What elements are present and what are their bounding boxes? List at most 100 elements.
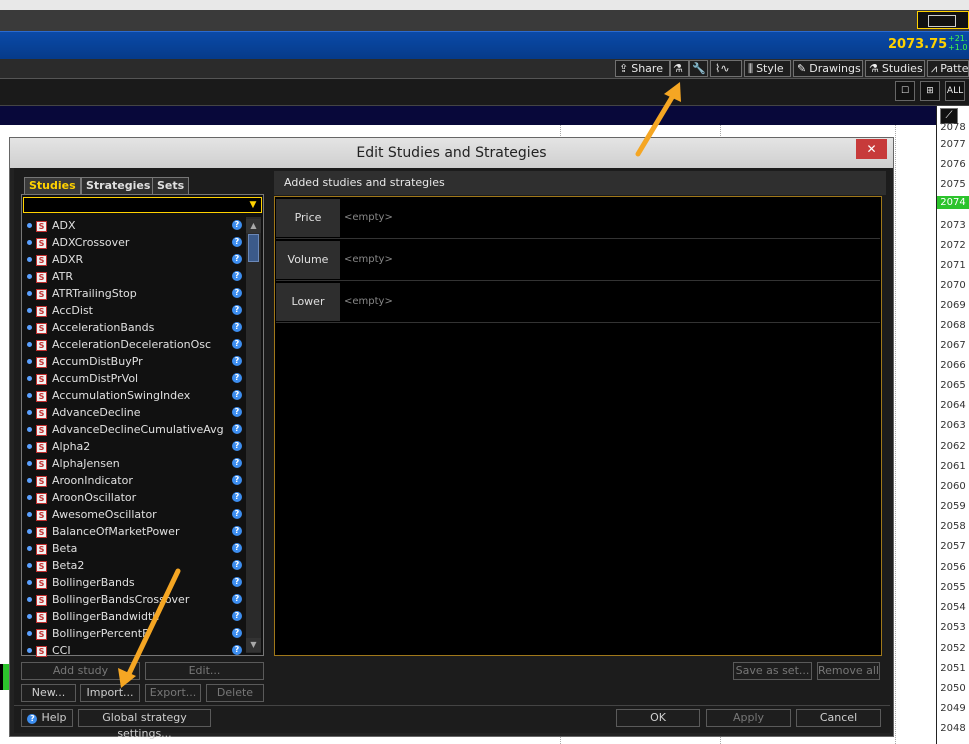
study-help-icon[interactable]: ?	[232, 543, 242, 553]
tab-strategies[interactable]: Strategies	[81, 177, 156, 194]
study-help-icon[interactable]: ?	[232, 492, 242, 502]
study-help-icon[interactable]: ?	[232, 594, 242, 604]
study-help-icon[interactable]: ?	[232, 271, 242, 281]
study-help-icon[interactable]: ?	[232, 322, 242, 332]
list-scrollbar[interactable]	[246, 217, 261, 653]
study-help-icon[interactable]: ?	[232, 305, 242, 315]
study-help-icon[interactable]: ?	[232, 407, 242, 417]
export-button[interactable]: Export...	[145, 684, 201, 702]
import-button[interactable]: Import...	[80, 684, 140, 702]
study-list-item[interactable]: S ATR	[26, 268, 246, 285]
axis-tick-label: 2051	[940, 663, 966, 674]
study-help-icon[interactable]: ?	[232, 577, 242, 587]
study-list-item[interactable]: S AdvanceDecline	[26, 404, 246, 421]
dropdown-arrow-icon[interactable]: ▼	[246, 199, 260, 211]
apply-button[interactable]: Apply	[706, 709, 791, 727]
study-list-item[interactable]: S Beta	[26, 540, 246, 557]
grid-view-button[interactable]: ⊞	[920, 81, 940, 101]
study-help-icon[interactable]: ?	[232, 220, 242, 230]
study-filter-input[interactable]: ▼	[23, 197, 262, 213]
study-help-icon[interactable]: ?	[232, 424, 242, 434]
study-list-item[interactable]: S BalanceOfMarketPower	[26, 523, 246, 540]
all-view-button[interactable]: ALL	[945, 81, 965, 101]
edit-button[interactable]: Edit...	[145, 662, 264, 680]
layout-toggle[interactable]	[917, 11, 969, 29]
study-help-icon[interactable]: ?	[232, 254, 242, 264]
expand-dot-icon	[27, 257, 32, 262]
scroll-thumb[interactable]	[248, 234, 259, 262]
study-list-item[interactable]: S BollingerBandwidth	[26, 608, 246, 625]
study-list-item[interactable]: S AccumDistBuyPr	[26, 353, 246, 370]
study-list-item[interactable]: S BollingerBands	[26, 574, 246, 591]
ok-button[interactable]: OK	[616, 709, 700, 727]
study-help-icon[interactable]: ?	[232, 526, 242, 536]
study-list-item[interactable]: S AccumulationSwingIndex	[26, 387, 246, 404]
single-view-button[interactable]: ☐	[895, 81, 915, 101]
added-studies-panel[interactable]	[274, 196, 882, 656]
study-help-icon[interactable]: ?	[232, 390, 242, 400]
study-list-item[interactable]: S AwesomeOscillator	[26, 506, 246, 523]
drawings-button[interactable]: ✎ Drawings	[793, 60, 863, 77]
study-list-item[interactable]: S Alpha2	[26, 438, 246, 455]
study-list-item[interactable]: S ATRTrailingStop	[26, 285, 246, 302]
cancel-button[interactable]: Cancel	[796, 709, 881, 727]
expand-dot-icon	[27, 274, 32, 279]
tab-sets[interactable]: Sets	[152, 177, 190, 194]
share-button[interactable]: ⇪ Share	[615, 60, 670, 77]
axis-tick-label: 2076	[940, 159, 966, 170]
study-name: Alpha2	[52, 440, 91, 453]
tab-studies[interactable]: Studies	[24, 177, 81, 194]
section-volume[interactable]: Volume	[276, 241, 340, 279]
study-list-item[interactable]: S AroonOscillator	[26, 489, 246, 506]
study-help-icon[interactable]: ?	[232, 509, 242, 519]
study-help-icon[interactable]: ?	[232, 373, 242, 383]
settings-button[interactable]: 🔧	[689, 60, 708, 77]
style-label: Style	[756, 62, 784, 75]
study-help-icon[interactable]: ?	[232, 339, 242, 349]
study-list-item[interactable]: S ADXCrossover	[26, 234, 246, 251]
remove-all-button[interactable]: Remove all	[817, 662, 880, 680]
study-help-icon[interactable]: ?	[232, 458, 242, 468]
new-button[interactable]: New...	[21, 684, 76, 702]
patterns-label: Patte	[940, 62, 969, 75]
section-lower[interactable]: Lower	[276, 283, 340, 321]
study-list-item[interactable]: S BollingerBandsCrossover	[26, 591, 246, 608]
help-button[interactable]: ? Help	[21, 709, 73, 727]
edit-studies-button[interactable]: ⚗	[670, 60, 689, 77]
study-list-item[interactable]: S AroonIndicator	[26, 472, 246, 489]
study-name: AwesomeOscillator	[52, 508, 157, 521]
section-price[interactable]: Price	[276, 199, 340, 237]
delete-button[interactable]: Delete	[206, 684, 264, 702]
study-help-icon[interactable]: ?	[232, 611, 242, 621]
expand-dot-icon	[27, 529, 32, 534]
global-strategy-settings-button[interactable]: Global strategy settings...	[78, 709, 211, 740]
scroll-down-icon[interactable]: ▼	[246, 638, 261, 652]
study-help-icon[interactable]: ?	[232, 628, 242, 638]
study-help-icon[interactable]: ?	[232, 441, 242, 451]
study-list-item[interactable]: S AccelerationDecelerationOsc	[26, 336, 246, 353]
study-list-item[interactable]: S ADX	[26, 217, 246, 234]
style-button[interactable]: ⫼ Style	[744, 60, 791, 77]
study-list-item[interactable]: S BollingerPercentB	[26, 625, 246, 642]
study-list-item[interactable]: S AccumDistPrVol	[26, 370, 246, 387]
add-study-button[interactable]: Add study	[21, 662, 140, 680]
active-trader-button[interactable]: ⌇∿	[710, 60, 742, 77]
study-list-item[interactable]: S AlphaJensen	[26, 455, 246, 472]
study-list-item[interactable]: S AccelerationBands	[26, 319, 246, 336]
study-help-icon[interactable]: ?	[232, 560, 242, 570]
study-help-icon[interactable]: ?	[232, 288, 242, 298]
study-help-icon[interactable]: ?	[232, 645, 242, 655]
study-list-item[interactable]: S Beta2	[26, 557, 246, 574]
study-list-item[interactable]: S CCI	[26, 642, 246, 659]
scroll-up-icon[interactable]: ▲	[246, 219, 261, 233]
study-list-item[interactable]: S ADXR	[26, 251, 246, 268]
patterns-button[interactable]: ⩘ Patte	[927, 60, 969, 77]
study-list-item[interactable]: S AccDist	[26, 302, 246, 319]
close-button[interactable]: ✕	[856, 139, 887, 159]
study-help-icon[interactable]: ?	[232, 356, 242, 366]
study-help-icon[interactable]: ?	[232, 475, 242, 485]
save-as-set-button[interactable]: Save as set...	[733, 662, 812, 680]
study-list-item[interactable]: S AdvanceDeclineCumulativeAvg	[26, 421, 246, 438]
studies-button[interactable]: ⚗ Studies	[865, 60, 925, 77]
study-help-icon[interactable]: ?	[232, 237, 242, 247]
